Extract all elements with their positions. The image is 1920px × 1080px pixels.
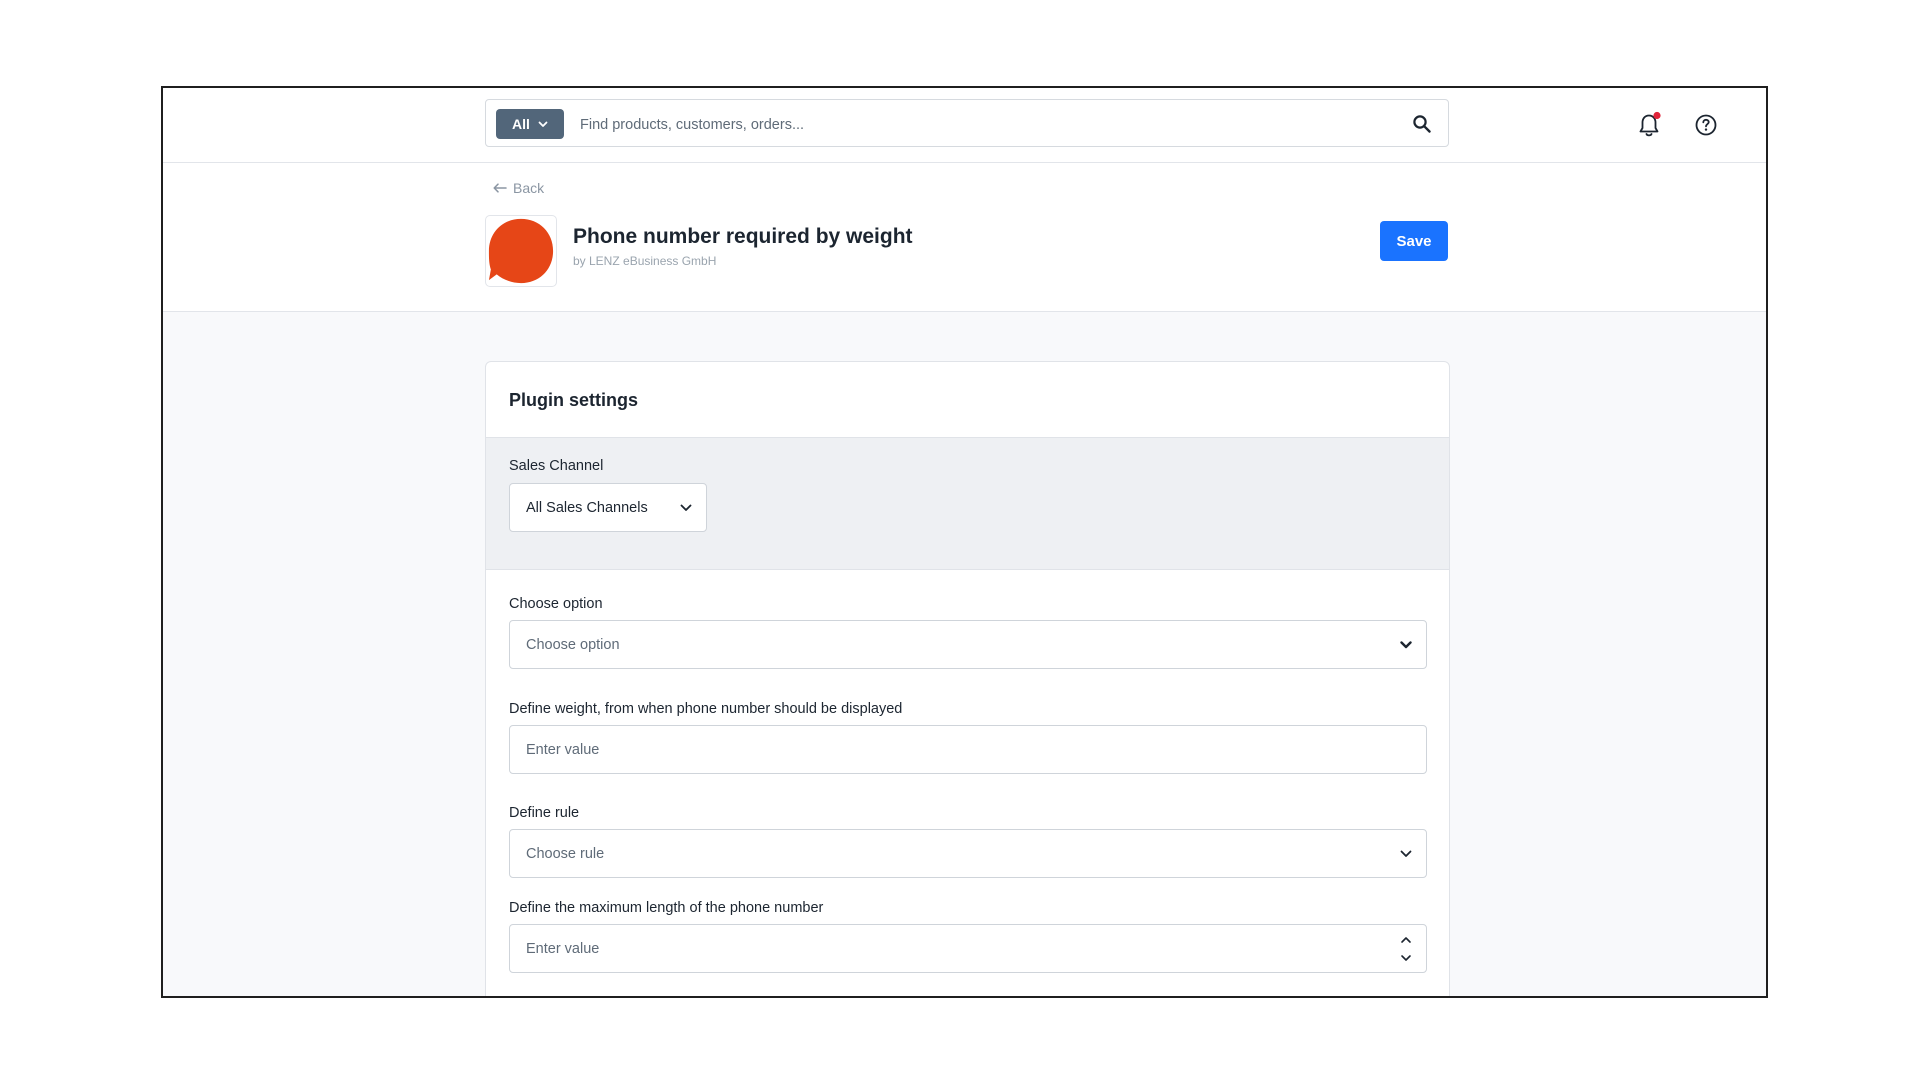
max-phone-length-placeholder: Enter value: [526, 940, 600, 957]
chevron-down-icon: [680, 504, 692, 511]
plugin-vendor: by LENZ eBusiness GmbH: [573, 254, 717, 268]
stepper-icon[interactable]: [1399, 932, 1413, 966]
page-title: Phone number required by weight: [573, 225, 913, 248]
chevron-down-icon: [538, 121, 548, 127]
choose-option-label: Choose option: [509, 596, 603, 612]
define-rule-select[interactable]: Choose rule: [509, 829, 1427, 878]
weight-threshold-input[interactable]: Enter value: [509, 725, 1427, 774]
weight-threshold-label: Define weight, from when phone number sh…: [509, 701, 903, 717]
choose-option-placeholder: Choose option: [526, 636, 620, 653]
plugin-header: Back Phone number required by weight by …: [163, 163, 1766, 312]
app-window: All Back: [161, 86, 1768, 998]
sales-channel-label: Sales Channel: [509, 458, 604, 474]
search-type-dropdown[interactable]: All: [496, 109, 564, 139]
card-title: Plugin settings: [509, 390, 639, 410]
sales-channel-section: Sales Channel All Sales Channels: [486, 438, 1449, 570]
weight-threshold-placeholder: Enter value: [526, 741, 600, 758]
chevron-down-icon: [1400, 640, 1412, 648]
choose-option-select[interactable]: Choose option: [509, 620, 1427, 669]
search-type-label: All: [512, 116, 530, 132]
plugin-logo: [485, 215, 557, 287]
sales-channel-value: All Sales Channels: [526, 499, 648, 516]
global-search: All: [485, 99, 1449, 147]
max-phone-length-input[interactable]: Enter value: [509, 924, 1427, 973]
search-icon[interactable]: [1412, 114, 1432, 134]
define-rule-placeholder: Choose rule: [526, 845, 605, 862]
back-link[interactable]: Back: [493, 180, 544, 196]
help-icon[interactable]: [1694, 113, 1718, 137]
arrow-left-icon: [493, 183, 507, 193]
plugin-settings-card: Plugin settings Sales Channel All Sales …: [485, 361, 1450, 996]
define-rule-label: Define rule: [509, 805, 580, 821]
card-header: Plugin settings: [486, 362, 1449, 438]
search-input[interactable]: [578, 110, 1382, 140]
notification-dot: [1653, 111, 1661, 120]
save-button[interactable]: Save: [1380, 221, 1448, 261]
chevron-down-icon: [1400, 850, 1412, 857]
top-bar: All: [163, 88, 1766, 163]
bell-icon[interactable]: [1637, 111, 1663, 139]
max-phone-length-label: Define the maximum length of the phone n…: [509, 900, 824, 916]
sales-channel-select[interactable]: All Sales Channels: [509, 483, 707, 532]
back-label: Back: [513, 180, 545, 196]
